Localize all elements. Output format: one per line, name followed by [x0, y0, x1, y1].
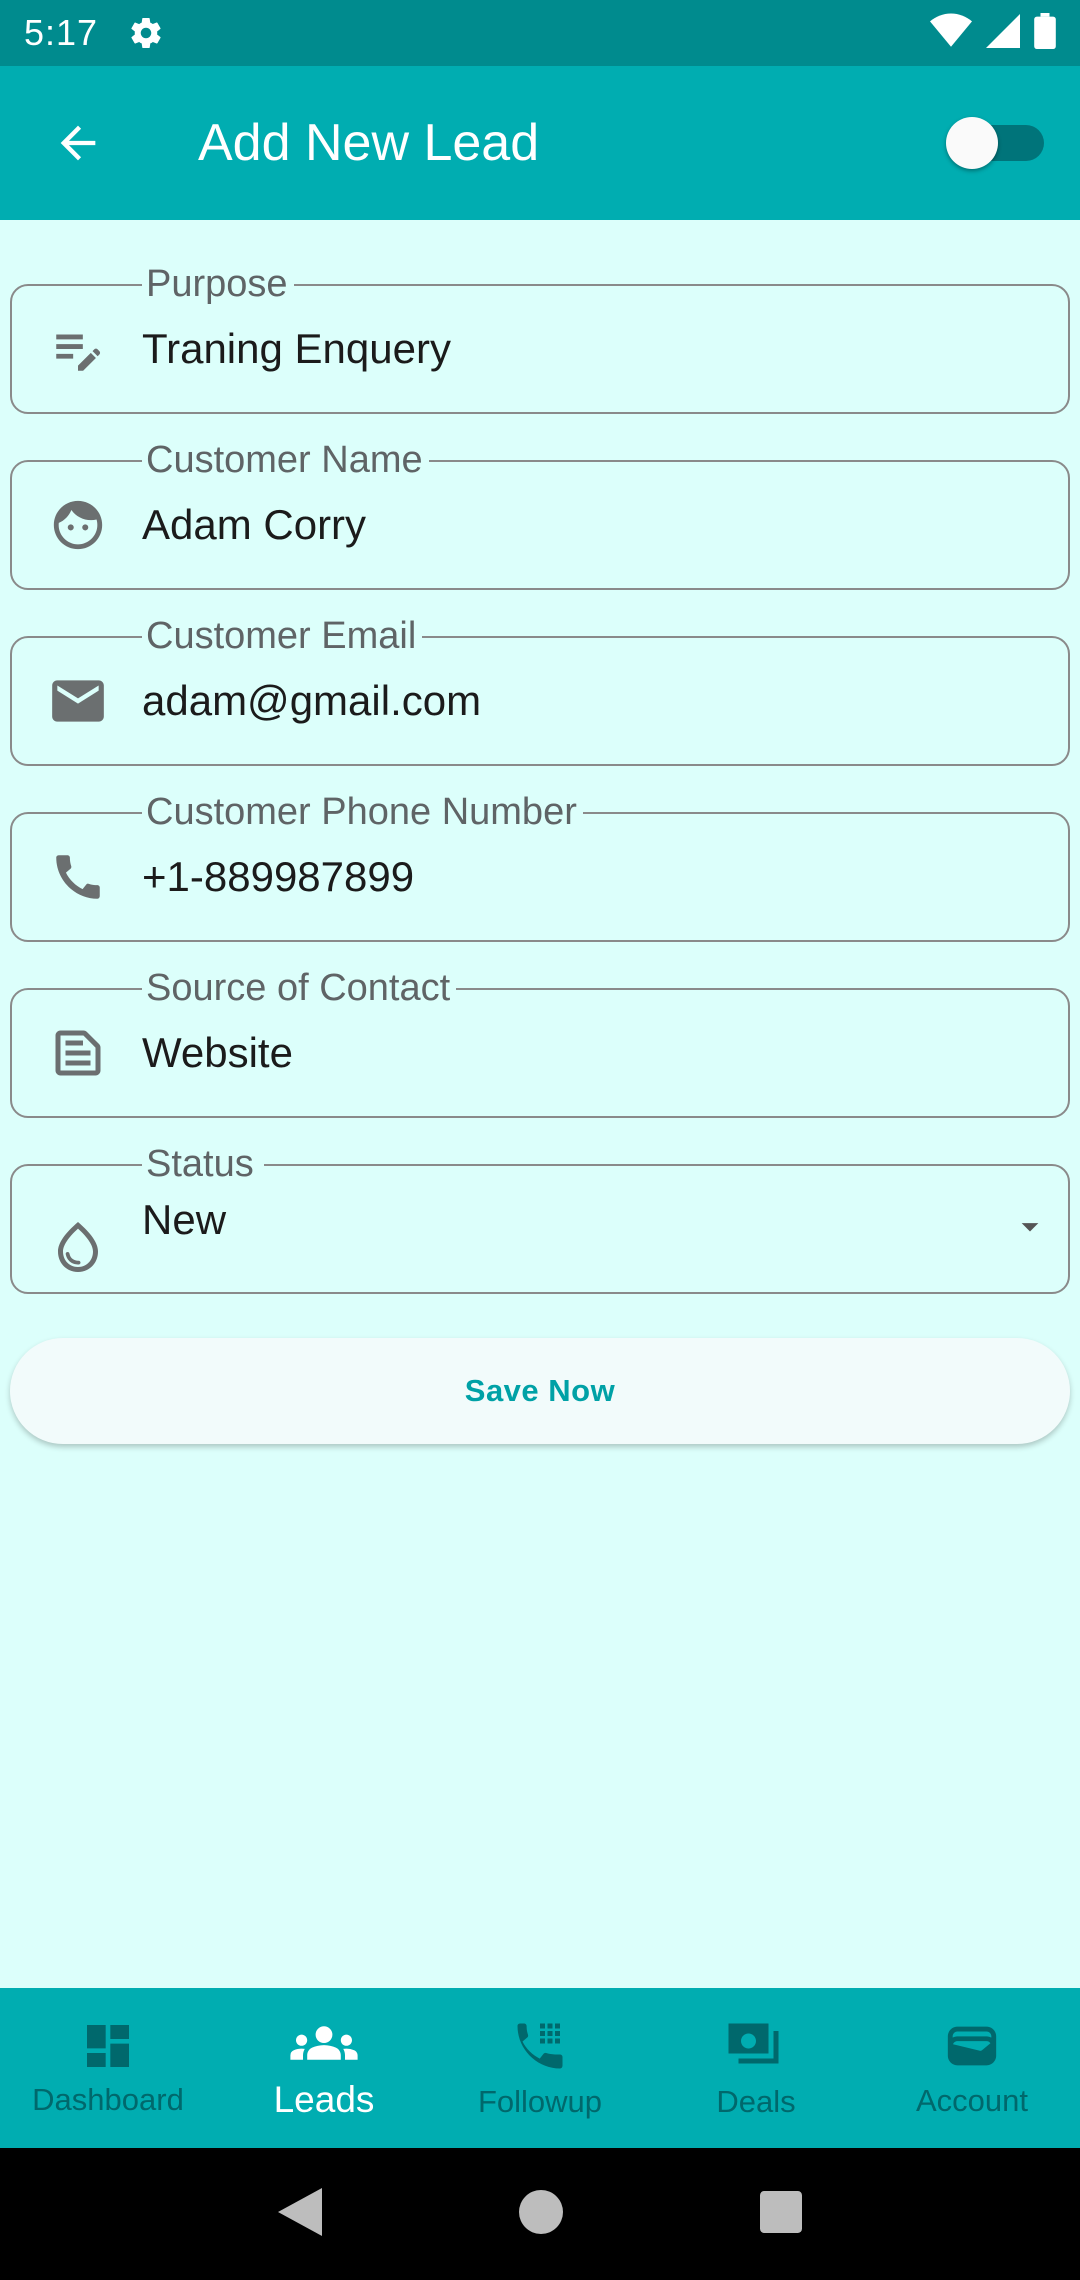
nav-label-account: Account — [915, 2083, 1028, 2118]
customer-phone-input[interactable]: +1-889987899 — [142, 853, 1022, 901]
arrow-back-icon — [60, 125, 96, 161]
chevron-down-icon[interactable] — [1010, 1207, 1050, 1252]
nav-item-deals[interactable]: Deals — [648, 1988, 864, 2148]
status-label: Status — [142, 1142, 264, 1186]
gear-icon — [128, 15, 164, 51]
source-of-contact-label: Source of Contact — [142, 966, 457, 1010]
nav-item-leads[interactable]: Leads — [216, 1988, 432, 2148]
customer-phone-field[interactable]: Customer Phone Number +1-889987899 — [10, 790, 1070, 942]
toggle-knob — [946, 117, 998, 169]
system-home-button[interactable] — [518, 2189, 563, 2239]
people-icon — [290, 2026, 358, 2060]
status-time: 5:17 — [24, 12, 99, 53]
nav-label-deals: Deals — [716, 2084, 796, 2119]
nav-label-leads: Leads — [273, 2079, 375, 2120]
purpose-label: Purpose — [142, 262, 294, 306]
save-button[interactable]: Save Now — [10, 1338, 1070, 1444]
nav-label-followup: Followup — [477, 2084, 603, 2119]
mode-toggle[interactable] — [946, 117, 1044, 169]
source-of-contact-field[interactable]: Source of Contact Website — [10, 966, 1070, 1118]
nav-item-account[interactable]: Account — [864, 1988, 1080, 2148]
customer-name-label: Customer Name — [142, 438, 429, 482]
nav-item-followup[interactable]: Followup — [432, 1988, 648, 2148]
folder-icon — [46, 1021, 110, 1085]
customer-phone-label: Customer Phone Number — [142, 790, 583, 834]
status-icons — [930, 12, 1056, 54]
wifi-icon — [930, 13, 972, 54]
face-icon — [46, 493, 110, 557]
email-icon — [46, 669, 110, 733]
bottom-nav: Dashboard Leads Followup Deals Account — [0, 1988, 1080, 2148]
deals-icon — [728, 2023, 779, 2064]
back-button[interactable] — [48, 113, 108, 173]
screen: 5:17 Add New Lead Purpose Traning Enquer… — [0, 0, 1080, 2280]
nav-item-dashboard[interactable]: Dashboard — [0, 1988, 216, 2148]
app-bar: Add New Lead — [0, 66, 1080, 220]
dashboard-icon — [87, 2025, 129, 2067]
circle-home-icon — [518, 2189, 563, 2234]
signal-icon — [986, 13, 1020, 53]
dialpad-phone-icon — [517, 2023, 563, 2069]
page-title: Add New Lead — [198, 114, 540, 172]
customer-name-field[interactable]: Customer Name Adam Corry — [10, 438, 1070, 590]
battery-icon — [1034, 12, 1056, 54]
purpose-input[interactable]: Traning Enquery — [142, 325, 1022, 373]
status-value[interactable]: New — [142, 1196, 1022, 1244]
edit-note-icon — [46, 317, 110, 381]
customer-email-input[interactable]: adam@gmail.com — [142, 677, 1022, 725]
wallet-icon — [947, 2026, 997, 2066]
nav-label-dashboard: Dashboard — [32, 2082, 184, 2117]
drop-icon — [46, 1215, 110, 1279]
system-recents-button[interactable] — [759, 2190, 802, 2238]
status-bar: 5:17 — [0, 0, 1080, 66]
purpose-field[interactable]: Purpose Traning Enquery — [10, 262, 1070, 414]
status-select[interactable]: Status New — [10, 1142, 1070, 1294]
system-back-button[interactable] — [278, 2187, 323, 2241]
customer-email-field[interactable]: Customer Email adam@gmail.com — [10, 614, 1070, 766]
customer-email-label: Customer Email — [142, 614, 423, 658]
source-of-contact-input[interactable]: Website — [142, 1029, 1022, 1077]
phone-icon — [46, 845, 110, 909]
triangle-back-icon — [278, 2187, 323, 2236]
customer-name-input[interactable]: Adam Corry — [142, 501, 1022, 549]
system-nav-bar — [0, 2148, 1080, 2280]
square-recents-icon — [759, 2190, 802, 2233]
